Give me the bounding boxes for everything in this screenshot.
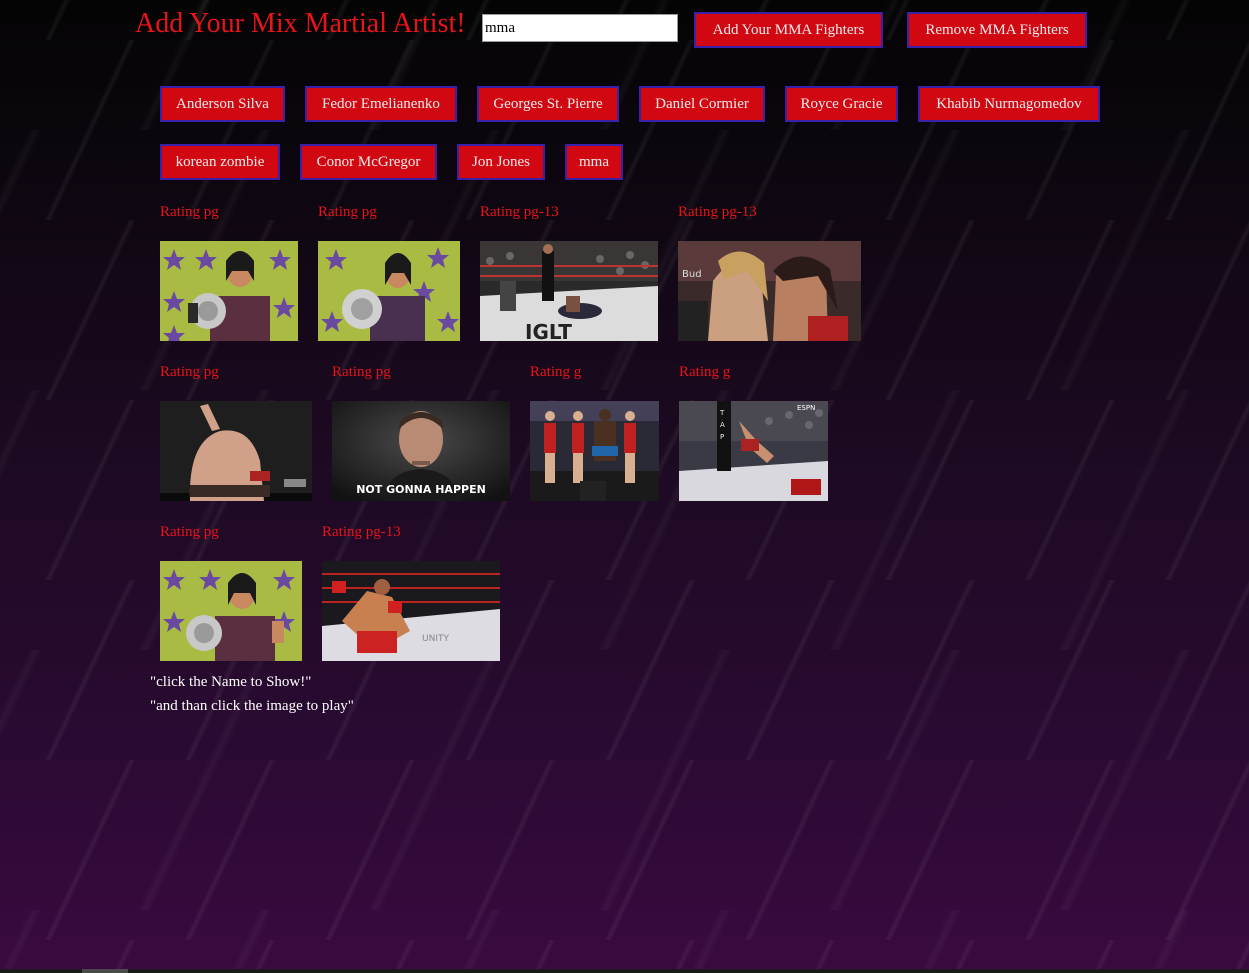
- svg-text:UNITY: UNITY: [422, 634, 449, 644]
- gif-rating-label: Rating pg: [332, 364, 391, 380]
- gif-image[interactable]: IGLT: [480, 241, 658, 341]
- fighter-button-jon-jones[interactable]: Jon Jones: [457, 144, 545, 180]
- svg-text:ESPN: ESPN: [797, 404, 815, 412]
- svg-text:P: P: [720, 433, 724, 441]
- page-title: Add Your Mix Martial Artist!: [135, 8, 466, 39]
- gif-rating-label: Rating pg: [160, 364, 219, 380]
- remove-fighters-button[interactable]: Remove MMA Fighters: [907, 12, 1087, 48]
- add-fighters-button[interactable]: Add Your MMA Fighters: [694, 12, 883, 48]
- gif-rating-label: Rating pg: [160, 204, 219, 220]
- fighter-button-daniel-cormier[interactable]: Daniel Cormier: [639, 86, 765, 122]
- gif-image[interactable]: UNITY: [322, 561, 500, 661]
- gif-rating-label: Rating g: [530, 364, 582, 380]
- fighter-button-georges-st-pierre[interactable]: Georges St. Pierre: [477, 86, 619, 122]
- gif-rating-label: Rating pg-13: [480, 204, 559, 220]
- svg-text:T: T: [719, 409, 725, 417]
- instruction-line-2: "and than click the image to play": [150, 698, 354, 714]
- svg-text:Bud: Bud: [682, 269, 702, 280]
- scrollbar-thumb[interactable]: [82, 969, 128, 973]
- gif-image[interactable]: [160, 561, 302, 661]
- fighter-button-fedor-emelianenko[interactable]: Fedor Emelianenko: [305, 86, 457, 122]
- gif-image[interactable]: [318, 241, 460, 341]
- gif-image[interactable]: [530, 401, 659, 501]
- gif-rating-label: Rating pg-13: [678, 204, 757, 220]
- fighter-name-input[interactable]: [482, 14, 678, 42]
- fighter-button-khabib-nurmagomedov[interactable]: Khabib Nurmagomedov: [918, 86, 1100, 122]
- fighter-button-mma[interactable]: mma: [565, 144, 623, 180]
- svg-text:IGLT: IGLT: [525, 320, 572, 341]
- gif-caption: NOT GONNA HAPPEN: [356, 483, 486, 496]
- fighter-button-korean-zombie[interactable]: korean zombie: [160, 144, 280, 180]
- gif-rating-label: Rating pg: [160, 524, 219, 540]
- fighter-button-anderson-silva[interactable]: Anderson Silva: [160, 86, 285, 122]
- gif-image[interactable]: T A P ESPN: [679, 401, 828, 501]
- fighter-button-conor-mcgregor[interactable]: Conor McGregor: [300, 144, 437, 180]
- gif-rating-label: Rating g: [679, 364, 731, 380]
- gif-rating-label: Rating pg: [318, 204, 377, 220]
- svg-text:A: A: [720, 421, 725, 429]
- gif-image[interactable]: NOT GONNA HAPPEN: [332, 401, 510, 501]
- instruction-line-1: "click the Name to Show!": [150, 674, 312, 690]
- fighter-button-royce-gracie[interactable]: Royce Gracie: [785, 86, 898, 122]
- gif-image[interactable]: [160, 401, 312, 501]
- gif-rating-label: Rating pg-13: [322, 524, 401, 540]
- horizontal-scrollbar[interactable]: [0, 969, 1249, 973]
- gif-image[interactable]: [160, 241, 298, 341]
- gif-image[interactable]: Bud: [678, 241, 861, 341]
